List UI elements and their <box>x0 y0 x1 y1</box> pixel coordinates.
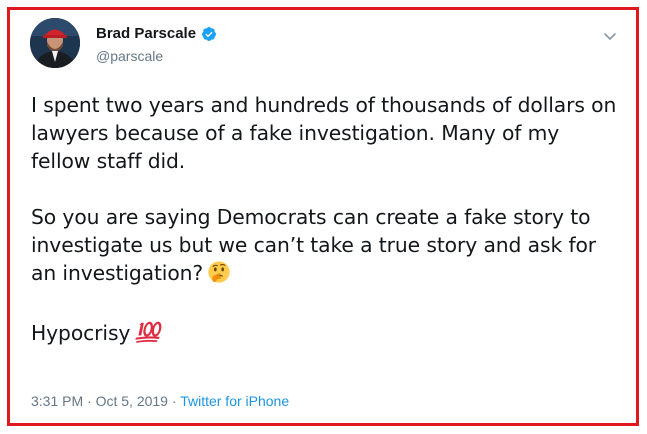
thinking-face-emoji <box>207 260 231 291</box>
tweet-meta: 3:31 PM · Oct 5, 2019 · Twitter for iPho… <box>31 393 289 409</box>
meta-separator: · <box>171 393 177 409</box>
tweet-paragraph: Hypocrisy <box>31 319 621 351</box>
tweet-card: Brad Parscale @parscale I spent two year… <box>20 15 626 415</box>
author-name[interactable]: Brad Parscale <box>96 25 217 42</box>
chevron-down-icon[interactable] <box>602 28 618 44</box>
tweet-paragraph-text: So you are saying Democrats can create a… <box>31 205 597 285</box>
tweet-source-link[interactable]: Twitter for iPhone <box>180 393 289 409</box>
hundred-points-emoji <box>134 320 162 351</box>
tweet-paragraph-text: I spent two years and hundreds of thousa… <box>31 93 617 173</box>
verified-badge-icon <box>201 26 217 42</box>
tweet-paragraph-text: Hypocrisy <box>31 321 131 345</box>
tweet-time[interactable]: 3:31 PM <box>31 393 83 409</box>
tweet-paragraph: I spent two years and hundreds of thousa… <box>31 91 621 175</box>
author-handle[interactable]: @parscale <box>96 48 163 64</box>
tweet-text: I spent two years and hundreds of thousa… <box>31 91 621 351</box>
highlight-frame: Brad Parscale @parscale I spent two year… <box>7 7 639 426</box>
author-name-text[interactable]: Brad Parscale <box>96 25 196 42</box>
meta-separator: · <box>87 393 92 409</box>
avatar[interactable] <box>30 18 80 68</box>
tweet-date[interactable]: Oct 5, 2019 <box>96 393 168 409</box>
tweet-paragraph: So you are saying Democrats can create a… <box>31 203 621 291</box>
